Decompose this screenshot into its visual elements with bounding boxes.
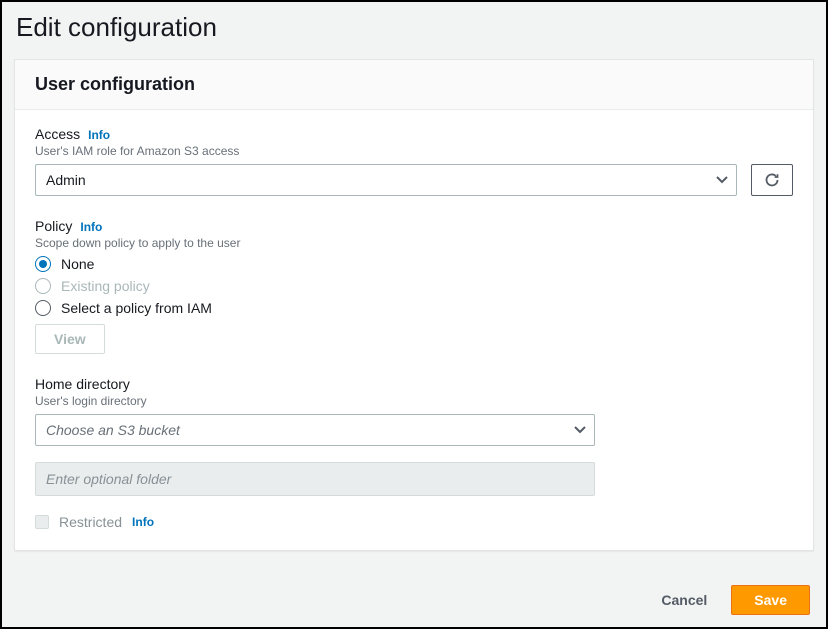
- optional-folder-input: Enter optional folder: [35, 462, 595, 496]
- policy-section: Policy Info Scope down policy to apply t…: [35, 218, 793, 354]
- policy-radio-select-iam[interactable]: Select a policy from IAM: [35, 300, 793, 316]
- chevron-down-icon: [574, 426, 586, 434]
- s3-bucket-select[interactable]: Choose an S3 bucket: [35, 414, 595, 446]
- access-desc: User's IAM role for Amazon S3 access: [35, 144, 793, 158]
- access-role-select[interactable]: Admin: [35, 164, 737, 196]
- chevron-down-icon: [716, 176, 728, 184]
- save-button[interactable]: Save: [731, 585, 810, 615]
- policy-desc: Scope down policy to apply to the user: [35, 236, 793, 250]
- restricted-row: Restricted Info: [35, 514, 793, 530]
- policy-radio-none[interactable]: None: [35, 256, 793, 272]
- s3-bucket-placeholder: Choose an S3 bucket: [46, 422, 180, 438]
- refresh-icon: [764, 172, 780, 188]
- restricted-label: Restricted: [59, 514, 122, 530]
- policy-radio-existing: Existing policy: [35, 278, 793, 294]
- radio-icon: [35, 256, 51, 272]
- policy-existing-label: Existing policy: [61, 278, 150, 294]
- policy-info-link[interactable]: Info: [80, 220, 102, 234]
- policy-none-label: None: [61, 256, 94, 272]
- home-directory-desc: User's login directory: [35, 394, 793, 408]
- policy-select-iam-label: Select a policy from IAM: [61, 300, 212, 316]
- radio-icon: [35, 278, 51, 294]
- restricted-info-link[interactable]: Info: [132, 515, 154, 529]
- access-info-link[interactable]: Info: [88, 128, 110, 142]
- refresh-button[interactable]: [751, 164, 793, 196]
- radio-icon: [35, 300, 51, 316]
- footer-actions: Cancel Save: [647, 585, 810, 615]
- panel-body: Access Info User's IAM role for Amazon S…: [15, 110, 813, 550]
- cancel-button[interactable]: Cancel: [647, 586, 721, 614]
- policy-label: Policy: [35, 218, 72, 234]
- view-policy-button: View: [35, 324, 105, 354]
- panel-title: User configuration: [35, 74, 793, 95]
- user-configuration-panel: User configuration Access Info User's IA…: [14, 59, 814, 551]
- page-title: Edit configuration: [16, 12, 814, 43]
- access-role-value: Admin: [46, 172, 86, 188]
- restricted-checkbox: [35, 515, 49, 529]
- home-directory-section: Home directory User's login directory Ch…: [35, 376, 793, 530]
- access-section: Access Info User's IAM role for Amazon S…: [35, 126, 793, 196]
- home-directory-label: Home directory: [35, 376, 130, 392]
- access-label: Access: [35, 126, 80, 142]
- optional-folder-placeholder: Enter optional folder: [46, 471, 171, 487]
- edit-configuration-window: Edit configuration User configuration Ac…: [0, 0, 828, 629]
- panel-header: User configuration: [15, 60, 813, 110]
